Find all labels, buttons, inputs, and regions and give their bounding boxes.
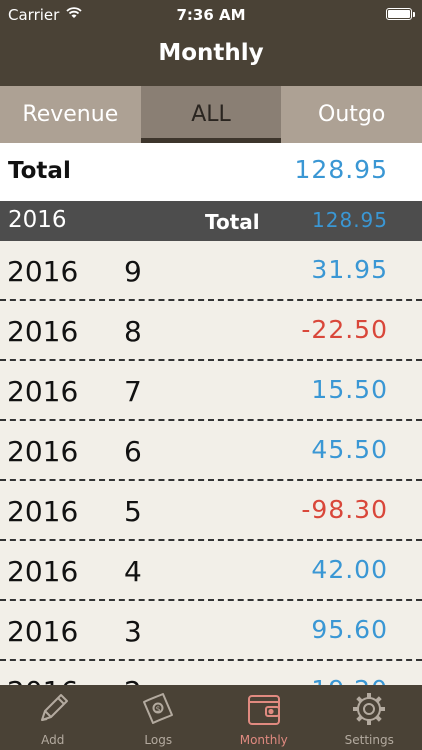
money-icon: $	[143, 693, 174, 724]
row-month: 2	[124, 675, 142, 685]
tab-monthly-label: Monthly	[239, 733, 288, 747]
segment-revenue[interactable]: Revenue	[0, 86, 141, 143]
summary-total-row: Total 128.95	[0, 143, 422, 201]
row-amount: 15.50	[311, 375, 388, 404]
monthly-list[interactable]: 2016 9 31.95 2016 8 -22.50 2016 7 15.50 …	[0, 241, 422, 685]
tab-settings-label: Settings	[344, 733, 394, 747]
row-amount: 31.95	[311, 255, 388, 284]
navigation-bar: Carrier 7:36 AM Monthly	[0, 0, 422, 86]
section-year: 2016	[8, 207, 67, 233]
row-month: 8	[124, 315, 142, 348]
battery-icon	[386, 8, 415, 20]
row-year: 2016	[7, 255, 79, 288]
segment-all[interactable]: ALL	[140, 86, 282, 143]
summary-total-label: Total	[8, 158, 71, 184]
row-year: 2016	[7, 315, 79, 348]
svg-text:$: $	[156, 705, 161, 714]
row-year: 2016	[7, 495, 79, 528]
row-amount: -22.50	[301, 315, 388, 344]
tab-logs[interactable]: $ Logs	[106, 685, 212, 750]
row-month: 3	[124, 615, 142, 648]
gear-icon	[353, 693, 386, 725]
row-year: 2016	[7, 675, 78, 685]
tab-logs-label: Logs	[144, 733, 173, 747]
list-item[interactable]: 2016 9 31.95	[0, 241, 422, 301]
wallet-icon	[247, 695, 280, 725]
list-item[interactable]: 2016 8 -22.50	[0, 301, 422, 361]
segment-outgo[interactable]: Outgo	[281, 86, 422, 143]
row-amount: 42.00	[311, 555, 388, 584]
tab-bar: Add $ Logs Monthly Settings	[0, 685, 422, 750]
filter-segmented-control: Revenue ALL Outgo	[0, 86, 422, 143]
list-item[interactable]: 2016 3 95.60	[0, 601, 422, 661]
section-total-value: 128.95	[312, 208, 388, 232]
tab-settings[interactable]: Settings	[317, 685, 422, 750]
list-item[interactable]: 2016 7 15.50	[0, 361, 422, 421]
row-year: 2016	[7, 615, 79, 648]
list-item[interactable]: 2016 2 19.20	[0, 661, 422, 685]
row-month: 7	[124, 375, 142, 408]
clock: 7:36 AM	[176, 6, 246, 24]
row-month: 9	[124, 255, 142, 288]
row-amount: 95.60	[311, 615, 388, 644]
page-title: Monthly	[158, 40, 264, 66]
row-year: 2016	[7, 435, 79, 468]
list-item[interactable]: 2016 6 45.50	[0, 421, 422, 481]
section-total-label: Total	[205, 210, 260, 234]
year-section-header: 2016 Total 128.95	[0, 201, 422, 241]
row-month: 5	[124, 495, 142, 528]
row-amount: 45.50	[311, 435, 388, 464]
tab-add-label: Add	[41, 733, 65, 747]
tab-add[interactable]: Add	[0, 685, 106, 750]
row-amount: 19.20	[311, 675, 388, 685]
list-item[interactable]: 2016 5 -98.30	[0, 481, 422, 541]
list-item[interactable]: 2016 4 42.00	[0, 541, 422, 601]
row-amount: -98.30	[301, 495, 388, 524]
row-month: 6	[124, 435, 142, 468]
row-year: 2016	[7, 375, 79, 408]
status-bar: Carrier 7:36 AM	[0, 0, 422, 28]
row-month: 4	[124, 555, 142, 588]
tab-monthly[interactable]: Monthly	[211, 685, 317, 750]
row-year: 2016	[7, 555, 79, 588]
summary-total-value: 128.95	[294, 155, 388, 184]
pencil-icon	[40, 694, 68, 721]
